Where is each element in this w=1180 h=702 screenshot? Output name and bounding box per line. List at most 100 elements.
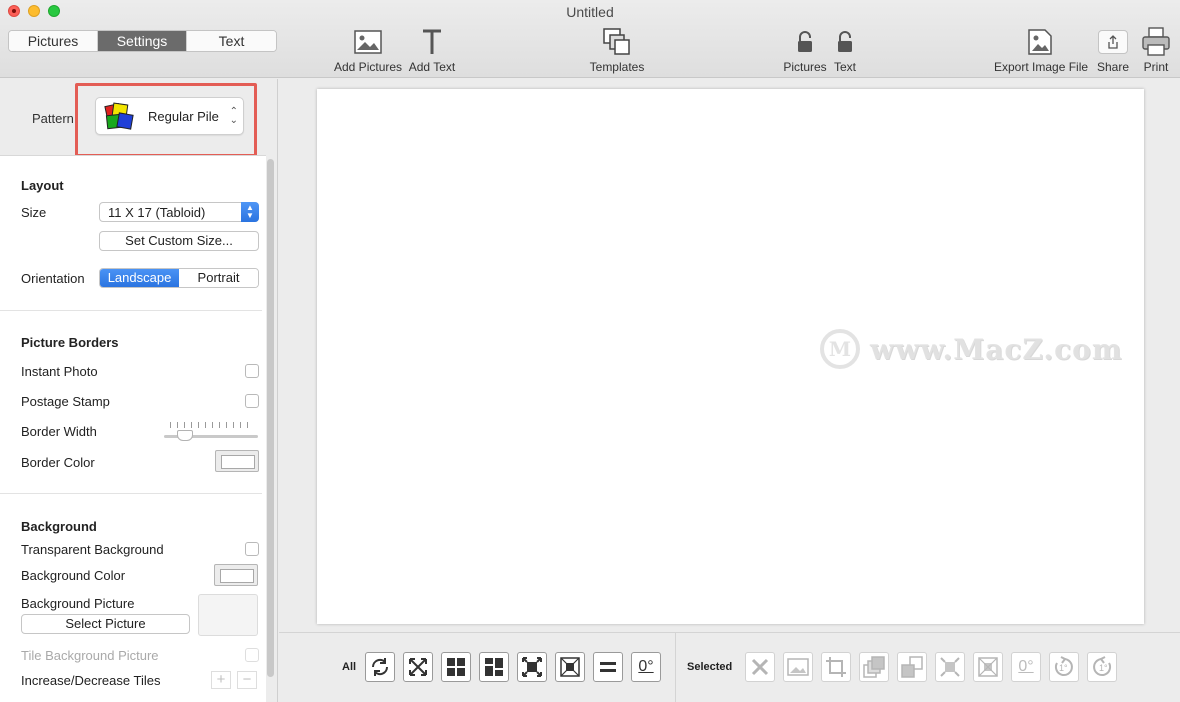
- share-button[interactable]: Share: [1096, 26, 1130, 74]
- divider: [675, 633, 676, 702]
- border-width-slider-knob[interactable]: [177, 430, 193, 441]
- title-bar: Untitled Pictures Settings Text Add Pict…: [0, 0, 1180, 78]
- templates-button[interactable]: Templates: [588, 26, 646, 74]
- fill-icon: [522, 657, 542, 677]
- reset-selected-rotation-button[interactable]: 0°: [1011, 652, 1041, 682]
- remove-selected-button[interactable]: [745, 652, 775, 682]
- border-width-label: Border Width: [21, 424, 97, 439]
- pattern-label: Pattern: [32, 111, 74, 126]
- background-color-well[interactable]: [214, 564, 258, 586]
- size-value: 11 X 17 (Tabloid): [108, 205, 206, 220]
- fill-icon: [940, 657, 960, 677]
- size-label: Size: [21, 205, 47, 220]
- postage-stamp-checkbox[interactable]: [245, 394, 259, 408]
- decrease-tiles-button[interactable]: −: [237, 671, 257, 689]
- expand-arrows-icon: [409, 658, 427, 676]
- all-label: All: [342, 661, 357, 673]
- regular-pile-icon: [104, 102, 134, 130]
- mosaic-icon: [485, 658, 503, 676]
- crop-button[interactable]: [821, 652, 851, 682]
- selected-label: Selected: [687, 661, 733, 673]
- window-title: Untitled: [566, 4, 614, 20]
- pattern-value: Regular Pile: [148, 109, 219, 124]
- rotate-step-text: 1°: [1099, 663, 1108, 673]
- picture-icon: [334, 26, 402, 58]
- printer-icon: [1140, 26, 1172, 58]
- replace-picture-button[interactable]: [783, 652, 813, 682]
- transparent-background-label: Transparent Background: [21, 542, 164, 557]
- fill-selected-button[interactable]: [935, 652, 965, 682]
- background-color-label: Background Color: [21, 568, 126, 583]
- tile-background-label: Tile Background Picture: [21, 648, 159, 663]
- background-heading: Background: [21, 519, 97, 534]
- increase-decrease-tiles-label: Increase/Decrease Tiles: [21, 673, 161, 688]
- equal-icon: [600, 662, 616, 672]
- add-text-button[interactable]: Add Text: [407, 26, 457, 74]
- watermark: M www.MacZ.com: [820, 329, 1122, 369]
- print-button[interactable]: Print: [1140, 26, 1172, 74]
- portrait-option[interactable]: Portrait: [179, 269, 258, 287]
- tile-background-checkbox[interactable]: [245, 648, 259, 662]
- chevron-updown-icon: ▲ ▼: [241, 202, 259, 222]
- rotate-arrows-icon: [371, 658, 389, 676]
- watermark-text: www.MacZ.com: [870, 332, 1123, 366]
- settings-sidebar: Pattern Regular Pile ⌃ ⌄ Layout Size 11 X…: [0, 79, 278, 702]
- templates-icon: [588, 26, 646, 58]
- instant-photo-label: Instant Photo: [21, 364, 98, 379]
- bring-forward-button[interactable]: [859, 652, 889, 682]
- set-custom-size-button[interactable]: Set Custom Size...: [99, 231, 259, 251]
- divider: [0, 493, 262, 494]
- divider: [0, 310, 262, 311]
- pattern-popup[interactable]: Regular Pile ⌃ ⌄: [95, 97, 244, 135]
- tab-settings[interactable]: Settings: [98, 31, 187, 51]
- background-picture-label: Background Picture: [21, 596, 135, 611]
- rotate-counterclockwise-button[interactable]: 1°: [1087, 652, 1117, 682]
- center-selected-button[interactable]: [973, 652, 1003, 682]
- tab-pictures[interactable]: Pictures: [9, 31, 98, 51]
- select-picture-button[interactable]: Select Picture: [21, 614, 190, 634]
- grid-layout-button[interactable]: [441, 652, 471, 682]
- center-icon: [560, 657, 580, 677]
- border-width-slider-ticks: [170, 422, 254, 428]
- lock-pictures-button[interactable]: Pictures: [782, 26, 828, 74]
- fill-page-button[interactable]: [517, 652, 547, 682]
- picture-icon: [787, 658, 809, 676]
- export-image-icon: [994, 26, 1086, 58]
- mosaic-layout-button[interactable]: [479, 652, 509, 682]
- rotation-degrees-text: 0°: [1018, 658, 1034, 675]
- border-color-well[interactable]: [215, 450, 259, 472]
- background-picture-well[interactable]: [198, 594, 258, 636]
- send-backward-icon: [901, 656, 923, 678]
- pattern-row: Pattern Regular Pile ⌃ ⌄: [0, 79, 278, 157]
- rotate-clockwise-button[interactable]: 1°: [1049, 652, 1079, 682]
- rotate-step-text: 1°: [1059, 663, 1068, 673]
- tab-text[interactable]: Text: [187, 31, 276, 51]
- lock-text-button[interactable]: Text: [830, 26, 860, 74]
- add-pictures-button[interactable]: Add Pictures: [334, 26, 402, 74]
- center-all-button[interactable]: [555, 652, 585, 682]
- equal-size-button[interactable]: [593, 652, 623, 682]
- transparent-background-checkbox[interactable]: [245, 542, 259, 556]
- export-image-file-button[interactable]: Export Image File: [994, 26, 1088, 74]
- lock-icon: [830, 26, 860, 58]
- increase-tiles-button[interactable]: +: [211, 671, 231, 689]
- instant-photo-checkbox[interactable]: [245, 364, 259, 378]
- picture-borders-heading: Picture Borders: [21, 335, 119, 350]
- shuffle-all-button[interactable]: [365, 652, 395, 682]
- share-icon: [1096, 26, 1130, 58]
- reset-rotation-button[interactable]: 0°: [631, 652, 661, 682]
- text-t-icon: [407, 26, 457, 58]
- crop-icon: [826, 657, 846, 677]
- fit-all-button[interactable]: [403, 652, 433, 682]
- orientation-label: Orientation: [21, 271, 85, 286]
- landscape-option[interactable]: Landscape: [100, 269, 179, 287]
- lock-icon: [782, 26, 828, 58]
- border-color-label: Border Color: [21, 455, 95, 470]
- settings-panel: Layout Size 11 X 17 (Tabloid) ▲ ▼ Set Cus…: [0, 155, 266, 702]
- canvas-area: M www.MacZ.com: [279, 79, 1180, 632]
- size-select[interactable]: 11 X 17 (Tabloid) ▲ ▼: [99, 202, 259, 222]
- send-backward-button[interactable]: [897, 652, 927, 682]
- sidebar-scrollbar[interactable]: [267, 159, 274, 677]
- rotation-degrees-text: 0°: [638, 658, 654, 675]
- layout-heading: Layout: [21, 178, 64, 193]
